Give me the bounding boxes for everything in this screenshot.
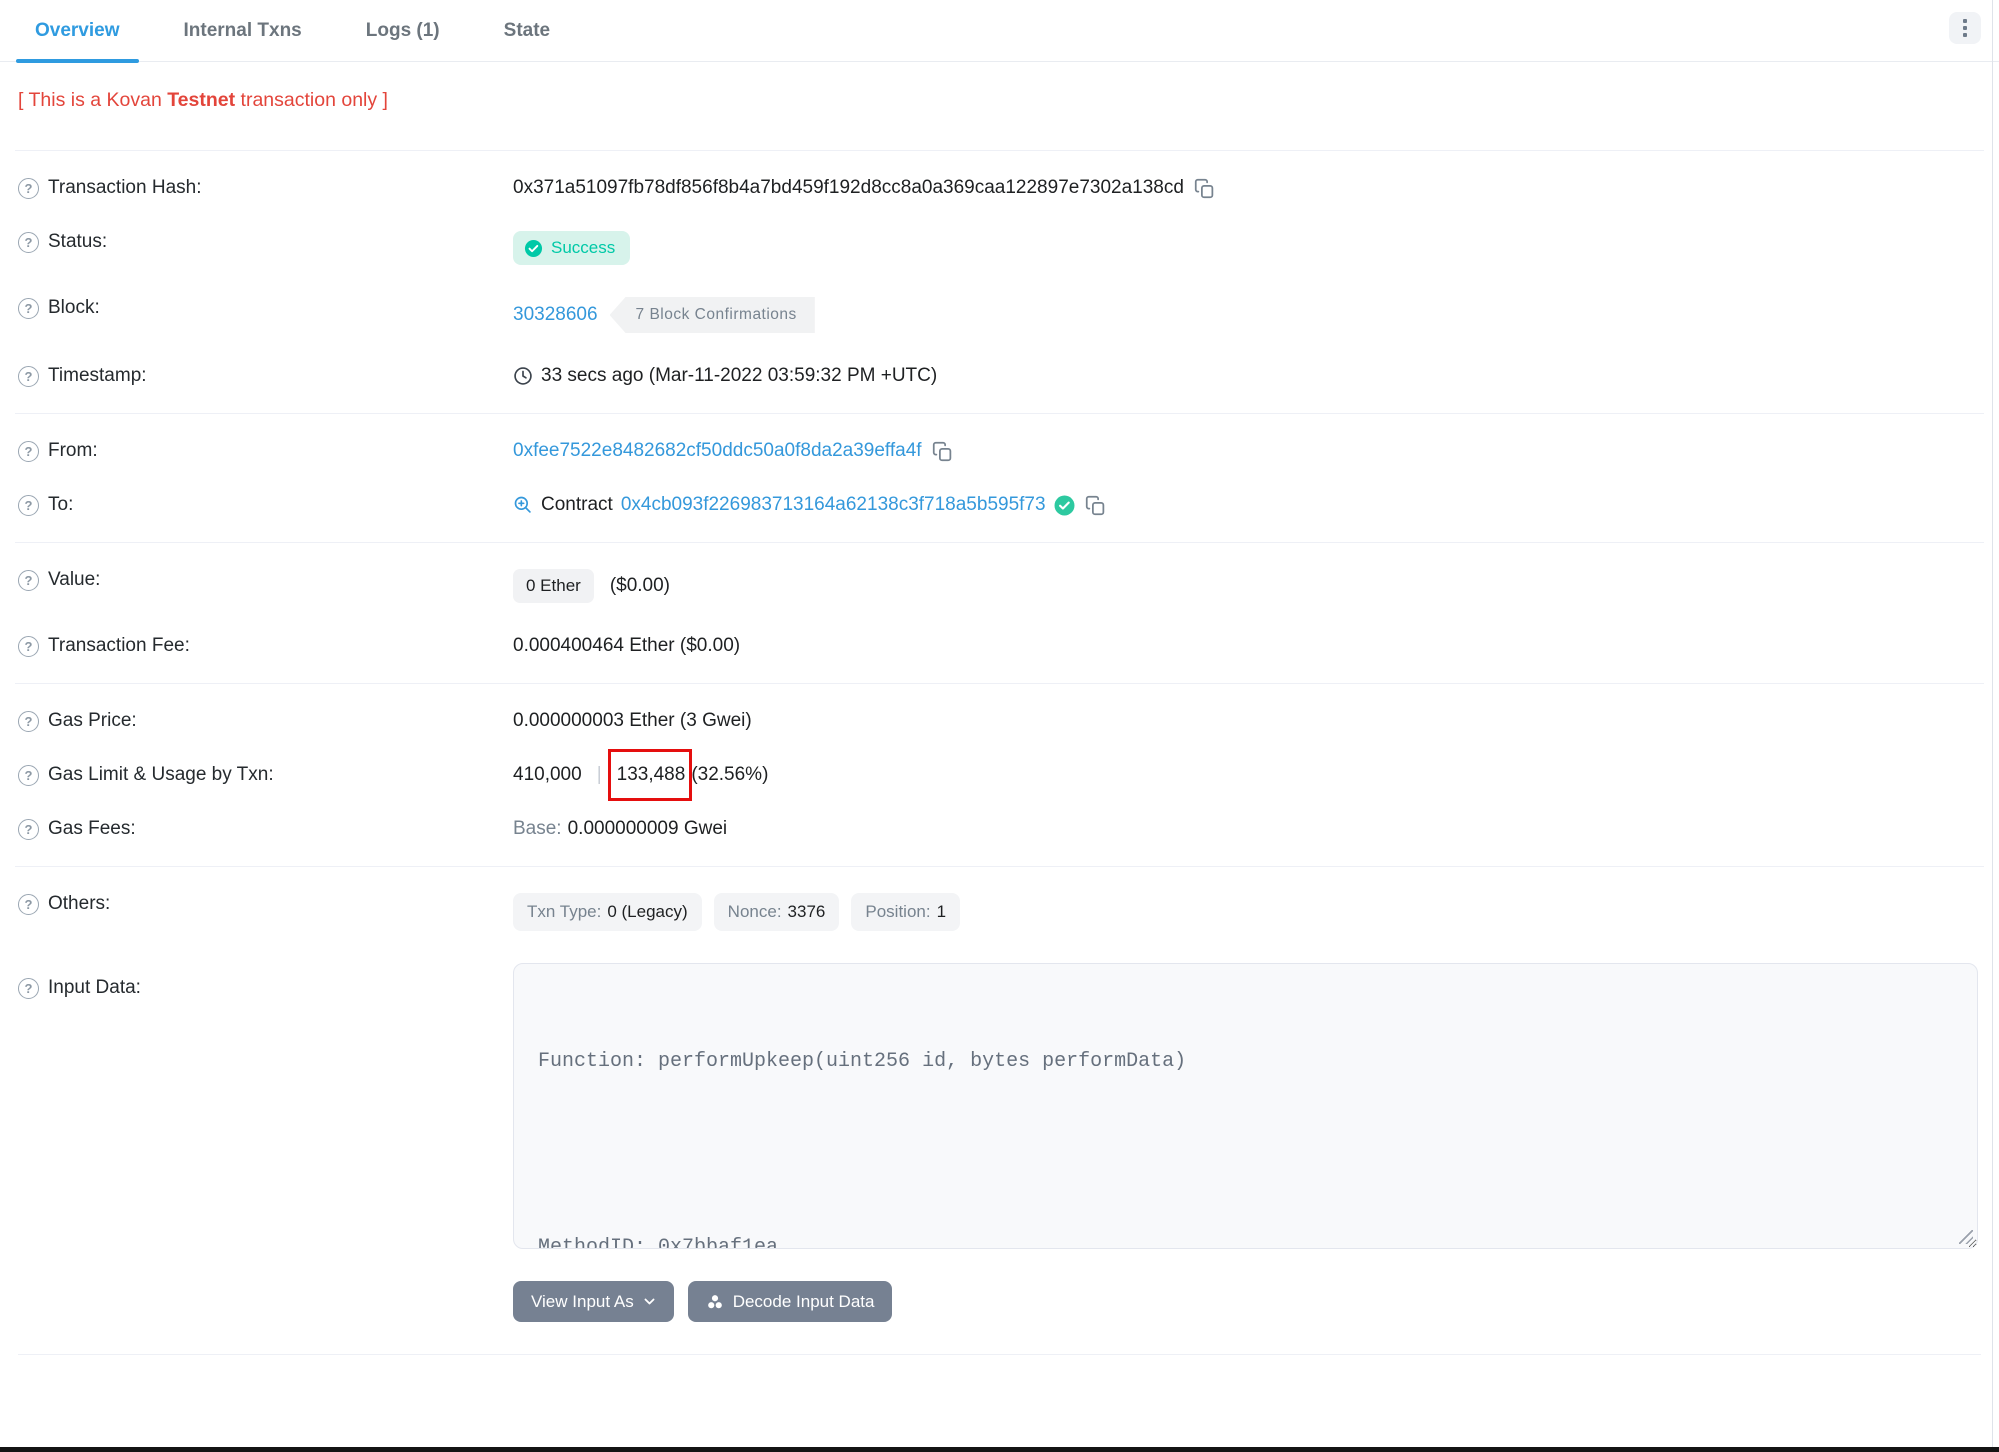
kebab-icon <box>1963 19 1967 23</box>
tab-overview[interactable]: Overview <box>16 0 139 63</box>
gas-price-value: 0.000000003 Ether (3 Gwei) <box>513 710 752 731</box>
input-data-label: Input Data: <box>48 977 141 998</box>
help-icon[interactable]: ? <box>18 365 39 387</box>
caret-down-icon <box>644 1298 655 1305</box>
row-gas-limit-usage: ? Gas Limit & Usage by Txn: 410,000 | 13… <box>18 748 1981 802</box>
help-icon[interactable]: ? <box>18 977 39 999</box>
block-number-link[interactable]: 30328606 <box>513 304 598 326</box>
from-address-link[interactable]: 0xfee7522e8482682cf50ddc50a0f8da2a39effa… <box>513 440 922 462</box>
tab-state[interactable]: State <box>485 0 569 62</box>
testnet-notice-bold: Testnet <box>167 89 236 111</box>
copy-icon[interactable] <box>1085 495 1106 516</box>
testnet-notice-suffix: transaction only ] <box>235 89 388 111</box>
transaction-fee-value: 0.000400464 Ether ($0.00) <box>513 635 741 656</box>
gas-separator: | <box>596 764 602 785</box>
success-check-icon <box>524 239 543 257</box>
copy-icon[interactable] <box>1194 178 1215 199</box>
tab-logs[interactable]: Logs (1) <box>347 0 459 62</box>
row-to: ? To: Contract 0x4cb093f226983713164a621… <box>18 478 1981 532</box>
testnet-notice-prefix: [ This is a Kovan <box>18 89 168 111</box>
row-timestamp: ? Timestamp: 33 secs ago (Mar-11-2022 03… <box>18 349 1981 403</box>
row-others: ? Others: Txn Type: 0 (Legacy) Nonce: 33… <box>18 877 1981 947</box>
copy-icon[interactable] <box>932 441 953 462</box>
help-icon[interactable]: ? <box>18 569 39 591</box>
help-icon[interactable]: ? <box>18 818 39 840</box>
help-icon[interactable]: ? <box>18 440 39 462</box>
status-value: Success <box>551 238 616 257</box>
base-fee-value: 0.000000009 Gwei <box>567 818 728 839</box>
decode-input-data-button[interactable]: Decode Input Data <box>687 1281 893 1322</box>
block-confirmations-badge: 7 Block Confirmations <box>609 297 815 333</box>
txn-type-label: Txn Type: <box>527 902 602 921</box>
to-contract-word: Contract <box>541 494 613 515</box>
row-transaction-hash: ? Transaction Hash: 0x371a51097fb78df856… <box>18 161 1981 215</box>
input-methodid-line: MethodID: 0x7bbaf1ea <box>538 1236 779 1249</box>
txn-type-badge: Txn Type: 0 (Legacy) <box>513 893 702 931</box>
position-value: 1 <box>936 902 947 921</box>
gas-price-label: Gas Price: <box>48 710 137 731</box>
help-icon[interactable]: ? <box>18 177 39 199</box>
timestamp-value: 33 secs ago (Mar-11-2022 03:59:32 PM +UT… <box>541 365 938 386</box>
position-label: Position: <box>865 902 931 921</box>
tab-internal-txns[interactable]: Internal Txns <box>165 0 321 62</box>
view-input-as-button[interactable]: View Input As <box>513 1281 674 1322</box>
scrollbar-track-edge <box>1992 0 1993 1452</box>
help-icon[interactable]: ? <box>18 231 39 253</box>
value-usd: ($0.00) <box>609 575 671 596</box>
base-fee-label: Base: <box>513 818 562 839</box>
gas-limit-label: Gas Limit & Usage by Txn: <box>48 764 274 785</box>
footer-bar <box>0 1447 1999 1452</box>
gas-used-percent: (32.56%) <box>691 764 769 785</box>
decode-icon <box>707 1294 722 1308</box>
others-label: Others: <box>48 893 111 914</box>
help-icon[interactable]: ? <box>18 764 39 786</box>
resize-grip-icon[interactable] <box>1959 1230 1973 1244</box>
from-label: From: <box>48 440 98 461</box>
input-data-textarea[interactable]: Function: performUpkeep(uint256 id, byte… <box>513 963 1978 1249</box>
testnet-notice: [ This is a Kovan Testnet transaction on… <box>18 89 1981 112</box>
row-from: ? From: 0xfee7522e8482682cf50ddc50a0f8da… <box>18 424 1981 478</box>
row-gas-fees: ? Gas Fees: Base: 0.000000009 Gwei <box>18 802 1981 856</box>
transaction-overview-page: Overview Internal Txns Logs (1) State [ … <box>0 0 1999 1452</box>
help-icon[interactable]: ? <box>18 635 39 657</box>
nonce-value: 3376 <box>787 902 826 921</box>
gas-limit-value: 410,000 <box>513 764 582 785</box>
input-function-line: Function: performUpkeep(uint256 id, byte… <box>538 1050 1187 1073</box>
row-status: ? Status: Success <box>18 215 1981 281</box>
gas-fees-label: Gas Fees: <box>48 818 136 839</box>
txn-type-value: 0 (Legacy) <box>607 902 688 921</box>
tab-bar: Overview Internal Txns Logs (1) State <box>0 0 1999 63</box>
verified-check-icon <box>1054 495 1075 515</box>
value-label: Value: <box>48 569 101 590</box>
row-gas-price: ? Gas Price: 0.000000003 Ether (3 Gwei) <box>18 694 1981 748</box>
kebab-menu-button[interactable] <box>1949 12 1981 44</box>
to-label: To: <box>48 494 74 515</box>
row-transaction-fee: ? Transaction Fee: 0.000400464 Ether ($0… <box>18 619 1981 673</box>
zoom-in-icon[interactable] <box>513 495 533 515</box>
row-block: ? Block: 30328606 7 Block Confirmations <box>18 281 1981 349</box>
help-icon[interactable]: ? <box>18 494 39 516</box>
value-ether-badge: 0 Ether <box>513 569 594 603</box>
nonce-label: Nonce: <box>727 902 782 921</box>
status-label: Status: <box>48 231 108 252</box>
block-label: Block: <box>48 297 100 318</box>
to-address-link[interactable]: 0x4cb093f226983713164a62138c3f718a5b595f… <box>621 494 1046 516</box>
help-icon[interactable]: ? <box>18 710 39 732</box>
nonce-badge: Nonce: 3376 <box>713 893 840 931</box>
transaction-hash-label: Transaction Hash: <box>48 177 202 198</box>
row-input-data: ? Input Data: Function: performUpkeep(ui… <box>18 947 1981 1265</box>
transaction-fee-label: Transaction Fee: <box>48 635 190 656</box>
help-icon[interactable]: ? <box>18 893 39 915</box>
transaction-hash-value: 0x371a51097fb78df856f8b4a7bd459f192d8cc8… <box>513 177 1184 198</box>
position-badge: Position: 1 <box>851 893 961 931</box>
help-icon[interactable]: ? <box>18 297 39 319</box>
row-value: ? Value: 0 Ether ($0.00) <box>18 553 1981 619</box>
gas-used-value-highlighted: 133,488 <box>607 749 692 801</box>
timestamp-label: Timestamp: <box>48 365 147 386</box>
status-badge: Success <box>513 231 631 265</box>
divider <box>18 1354 1981 1355</box>
clock-icon <box>514 367 532 385</box>
